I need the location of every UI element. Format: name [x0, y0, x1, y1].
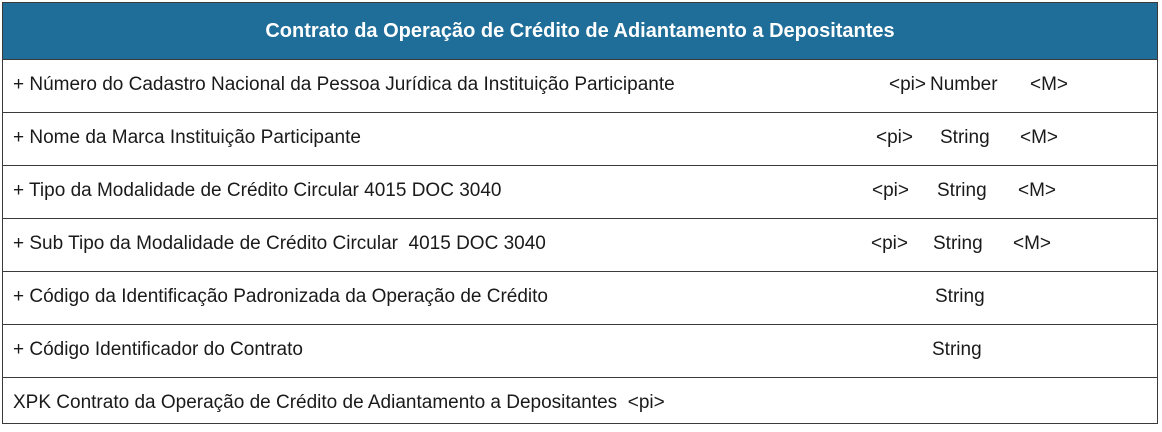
attribute-mandatory: <M>	[1018, 180, 1057, 201]
attribute-mandatory: <M>	[1013, 233, 1052, 254]
attribute-row-codigo-contrato[interactable]: + Código Identificador do Contrato Strin…	[3, 325, 1157, 378]
attribute-type: String	[937, 180, 987, 201]
attribute-name: + Código da Identificação Padronizada da…	[13, 286, 548, 307]
attribute-row-marca[interactable]: + Nome da Marca Instituição Participante…	[3, 113, 1157, 166]
attribute-name: + Código Identificador do Contrato	[13, 339, 303, 360]
attribute-key: <pi>	[871, 233, 908, 254]
attribute-name: + Número do Cadastro Nacional da Pessoa …	[13, 74, 675, 95]
attribute-type: String	[935, 286, 985, 307]
attribute-mandatory: <M>	[1020, 127, 1059, 148]
attribute-type: String	[932, 339, 982, 360]
attribute-row-cnpj[interactable]: + Número do Cadastro Nacional da Pessoa …	[3, 60, 1157, 113]
attribute-row-codigo-operacao[interactable]: + Código da Identificação Padronizada da…	[3, 272, 1157, 325]
attribute-name: + Tipo da Modalidade de Crédito Circular…	[13, 180, 502, 201]
attribute-name: + Nome da Marca Instituição Participante	[13, 127, 361, 148]
attribute-row-sub-modalidade[interactable]: + Sub Tipo da Modalidade de Crédito Circ…	[3, 219, 1157, 272]
entity-title: Contrato da Operação de Crédito de Adian…	[3, 3, 1157, 60]
identifier-row[interactable]: XPK Contrato da Operação de Crédito de A…	[3, 378, 1157, 432]
attribute-key: <pi>	[872, 180, 909, 201]
attribute-type: Number	[930, 74, 998, 95]
attribute-name: + Sub Tipo da Modalidade de Crédito Circ…	[13, 233, 546, 254]
attribute-key: <pi>	[889, 74, 926, 95]
attribute-row-modalidade[interactable]: + Tipo da Modalidade de Crédito Circular…	[3, 166, 1157, 219]
attribute-type: String	[933, 233, 983, 254]
attribute-type: String	[940, 127, 990, 148]
attribute-mandatory: <M>	[1030, 74, 1069, 95]
entity-contrato-adiantamento-depositantes[interactable]: Contrato da Operação de Crédito de Adian…	[2, 2, 1158, 424]
attribute-key: <pi>	[876, 127, 913, 148]
identifier-label: XPK Contrato da Operação de Crédito de A…	[13, 392, 665, 413]
